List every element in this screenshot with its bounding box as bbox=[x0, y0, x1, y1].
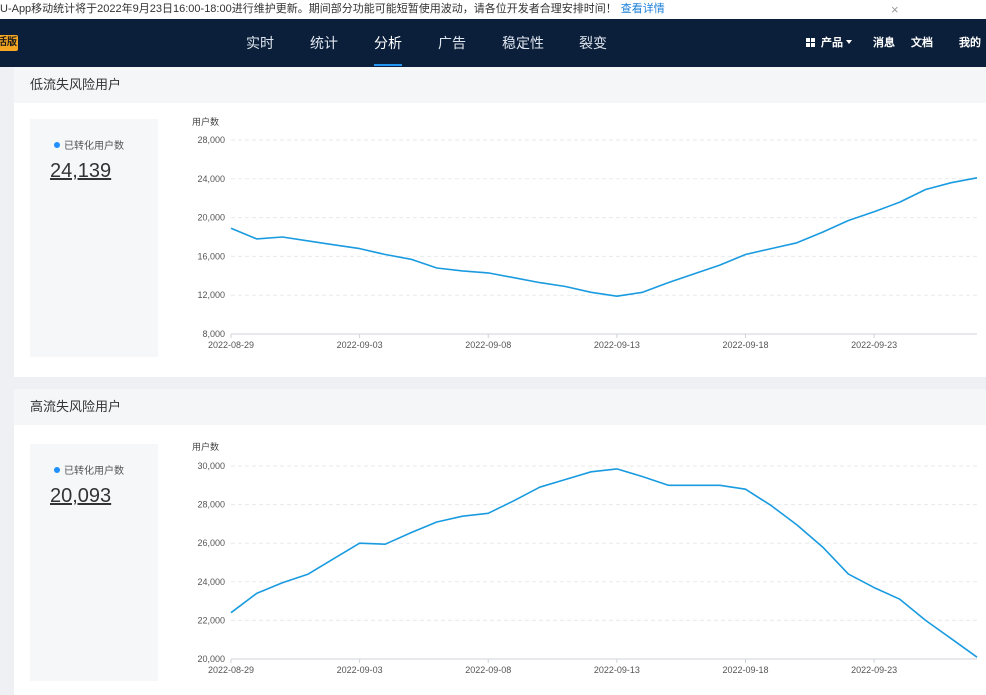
y-tick-label: 22,000 bbox=[197, 615, 225, 625]
x-tick-label: 2022-09-08 bbox=[465, 665, 511, 675]
tab-stability[interactable]: 稳定性 bbox=[502, 19, 544, 67]
product-menu[interactable]: 产品 bbox=[806, 19, 852, 67]
stat-label-text: 已转化用户数 bbox=[64, 466, 124, 477]
y-axis-label: 用户数 bbox=[192, 116, 219, 127]
docs-link[interactable]: 文档 bbox=[911, 19, 933, 67]
chevron-down-icon bbox=[846, 40, 852, 44]
tab-realtime[interactable]: 实时 bbox=[246, 19, 274, 67]
y-tick-label: 24,000 bbox=[197, 174, 225, 184]
x-tick-label: 2022-08-29 bbox=[208, 340, 254, 350]
y-tick-label: 20,000 bbox=[197, 213, 225, 223]
maintenance-notice-bar: U-App移动统计将于2022年9月23日16:00-18:00进行维护更新。期… bbox=[0, 0, 986, 19]
mine-menu[interactable]: 我的 bbox=[959, 19, 986, 92]
x-tick-label: 2022-08-29 bbox=[208, 665, 254, 675]
x-tick-label: 2022-09-08 bbox=[465, 340, 511, 350]
maintenance-notice: U-App移动统计将于2022年9月23日16:00-18:00进行维护更新。期… bbox=[0, 0, 665, 19]
x-tick-label: 2022-09-18 bbox=[722, 340, 768, 350]
top-nav: 活版 实时 统计 分析 广告 稳定性 裂变 产品 消息 文档 我的 bbox=[0, 19, 986, 92]
notice-text: U-App移动统计将于2022年9月23日16:00-18:00进行维护更新。期… bbox=[0, 3, 617, 15]
x-tick-label: 2022-09-23 bbox=[851, 340, 897, 350]
close-icon[interactable]: × bbox=[891, 0, 899, 19]
y-tick-label: 28,000 bbox=[197, 500, 225, 510]
y-tick-label: 16,000 bbox=[197, 251, 225, 261]
converted-users-card: 已转化用户数 24,139 bbox=[30, 119, 158, 357]
product-label: 产品 bbox=[821, 37, 843, 49]
x-tick-label: 2022-09-03 bbox=[337, 665, 383, 675]
high-churn-line-chart: 用户数 20,000 22,000 24,000 26,000 28,000 30,000 2… bbox=[192, 441, 978, 675]
x-tick-label: 2022-09-13 bbox=[594, 665, 640, 675]
x-tick-label: 2022-09-13 bbox=[594, 340, 640, 350]
y-tick-label: 30,000 bbox=[197, 461, 225, 471]
y-tick-label: 24,000 bbox=[197, 577, 225, 587]
series-line bbox=[230, 468, 978, 658]
x-tick-label: 2022-09-18 bbox=[722, 665, 768, 675]
series-line bbox=[230, 177, 978, 297]
stat-label: 已转化用户数 bbox=[54, 137, 124, 152]
panel-title: 高流失风险用户 bbox=[14, 389, 986, 425]
stat-label-text: 已转化用户数 bbox=[64, 141, 124, 152]
notice-details-link[interactable]: 查看详情 bbox=[621, 3, 665, 15]
tab-fission[interactable]: 裂变 bbox=[579, 19, 607, 67]
legend-dot bbox=[54, 467, 60, 473]
stat-label: 已转化用户数 bbox=[54, 462, 124, 477]
panel-title: 低流失风险用户 bbox=[14, 67, 986, 103]
x-tick-label: 2022-09-03 bbox=[337, 340, 383, 350]
low-churn-risk-panel: 低流失风险用户 已转化用户数 24,139 用户数 8,000 12,000 16,0… bbox=[14, 67, 986, 377]
stat-value[interactable]: 24,139 bbox=[50, 160, 111, 183]
tab-ads[interactable]: 广告 bbox=[438, 19, 466, 67]
tab-analysis[interactable]: 分析 bbox=[374, 19, 402, 67]
y-tick-label: 12,000 bbox=[197, 290, 225, 300]
legend-dot bbox=[54, 142, 60, 148]
y-tick-label: 8,000 bbox=[202, 329, 225, 339]
y-axis-label: 用户数 bbox=[192, 441, 219, 452]
grid-icon bbox=[806, 38, 815, 47]
tab-statistics[interactable]: 统计 bbox=[310, 19, 338, 67]
low-churn-line-chart: 用户数 8,000 12,000 16,000 20,000 24,000 28,000 20… bbox=[192, 116, 978, 350]
stat-value[interactable]: 20,093 bbox=[50, 485, 111, 508]
mine-label: 我的 bbox=[959, 37, 981, 49]
converted-users-card: 已转化用户数 20,093 bbox=[30, 444, 158, 681]
messages-link[interactable]: 消息 bbox=[873, 19, 895, 67]
x-tick-label: 2022-09-23 bbox=[851, 665, 897, 675]
y-tick-label: 26,000 bbox=[197, 538, 225, 548]
y-tick-label: 28,000 bbox=[197, 135, 225, 145]
y-tick-label: 20,000 bbox=[197, 654, 225, 664]
high-churn-risk-panel: 高流失风险用户 已转化用户数 20,093 用户数 20,000 22,000 24,… bbox=[14, 389, 986, 695]
